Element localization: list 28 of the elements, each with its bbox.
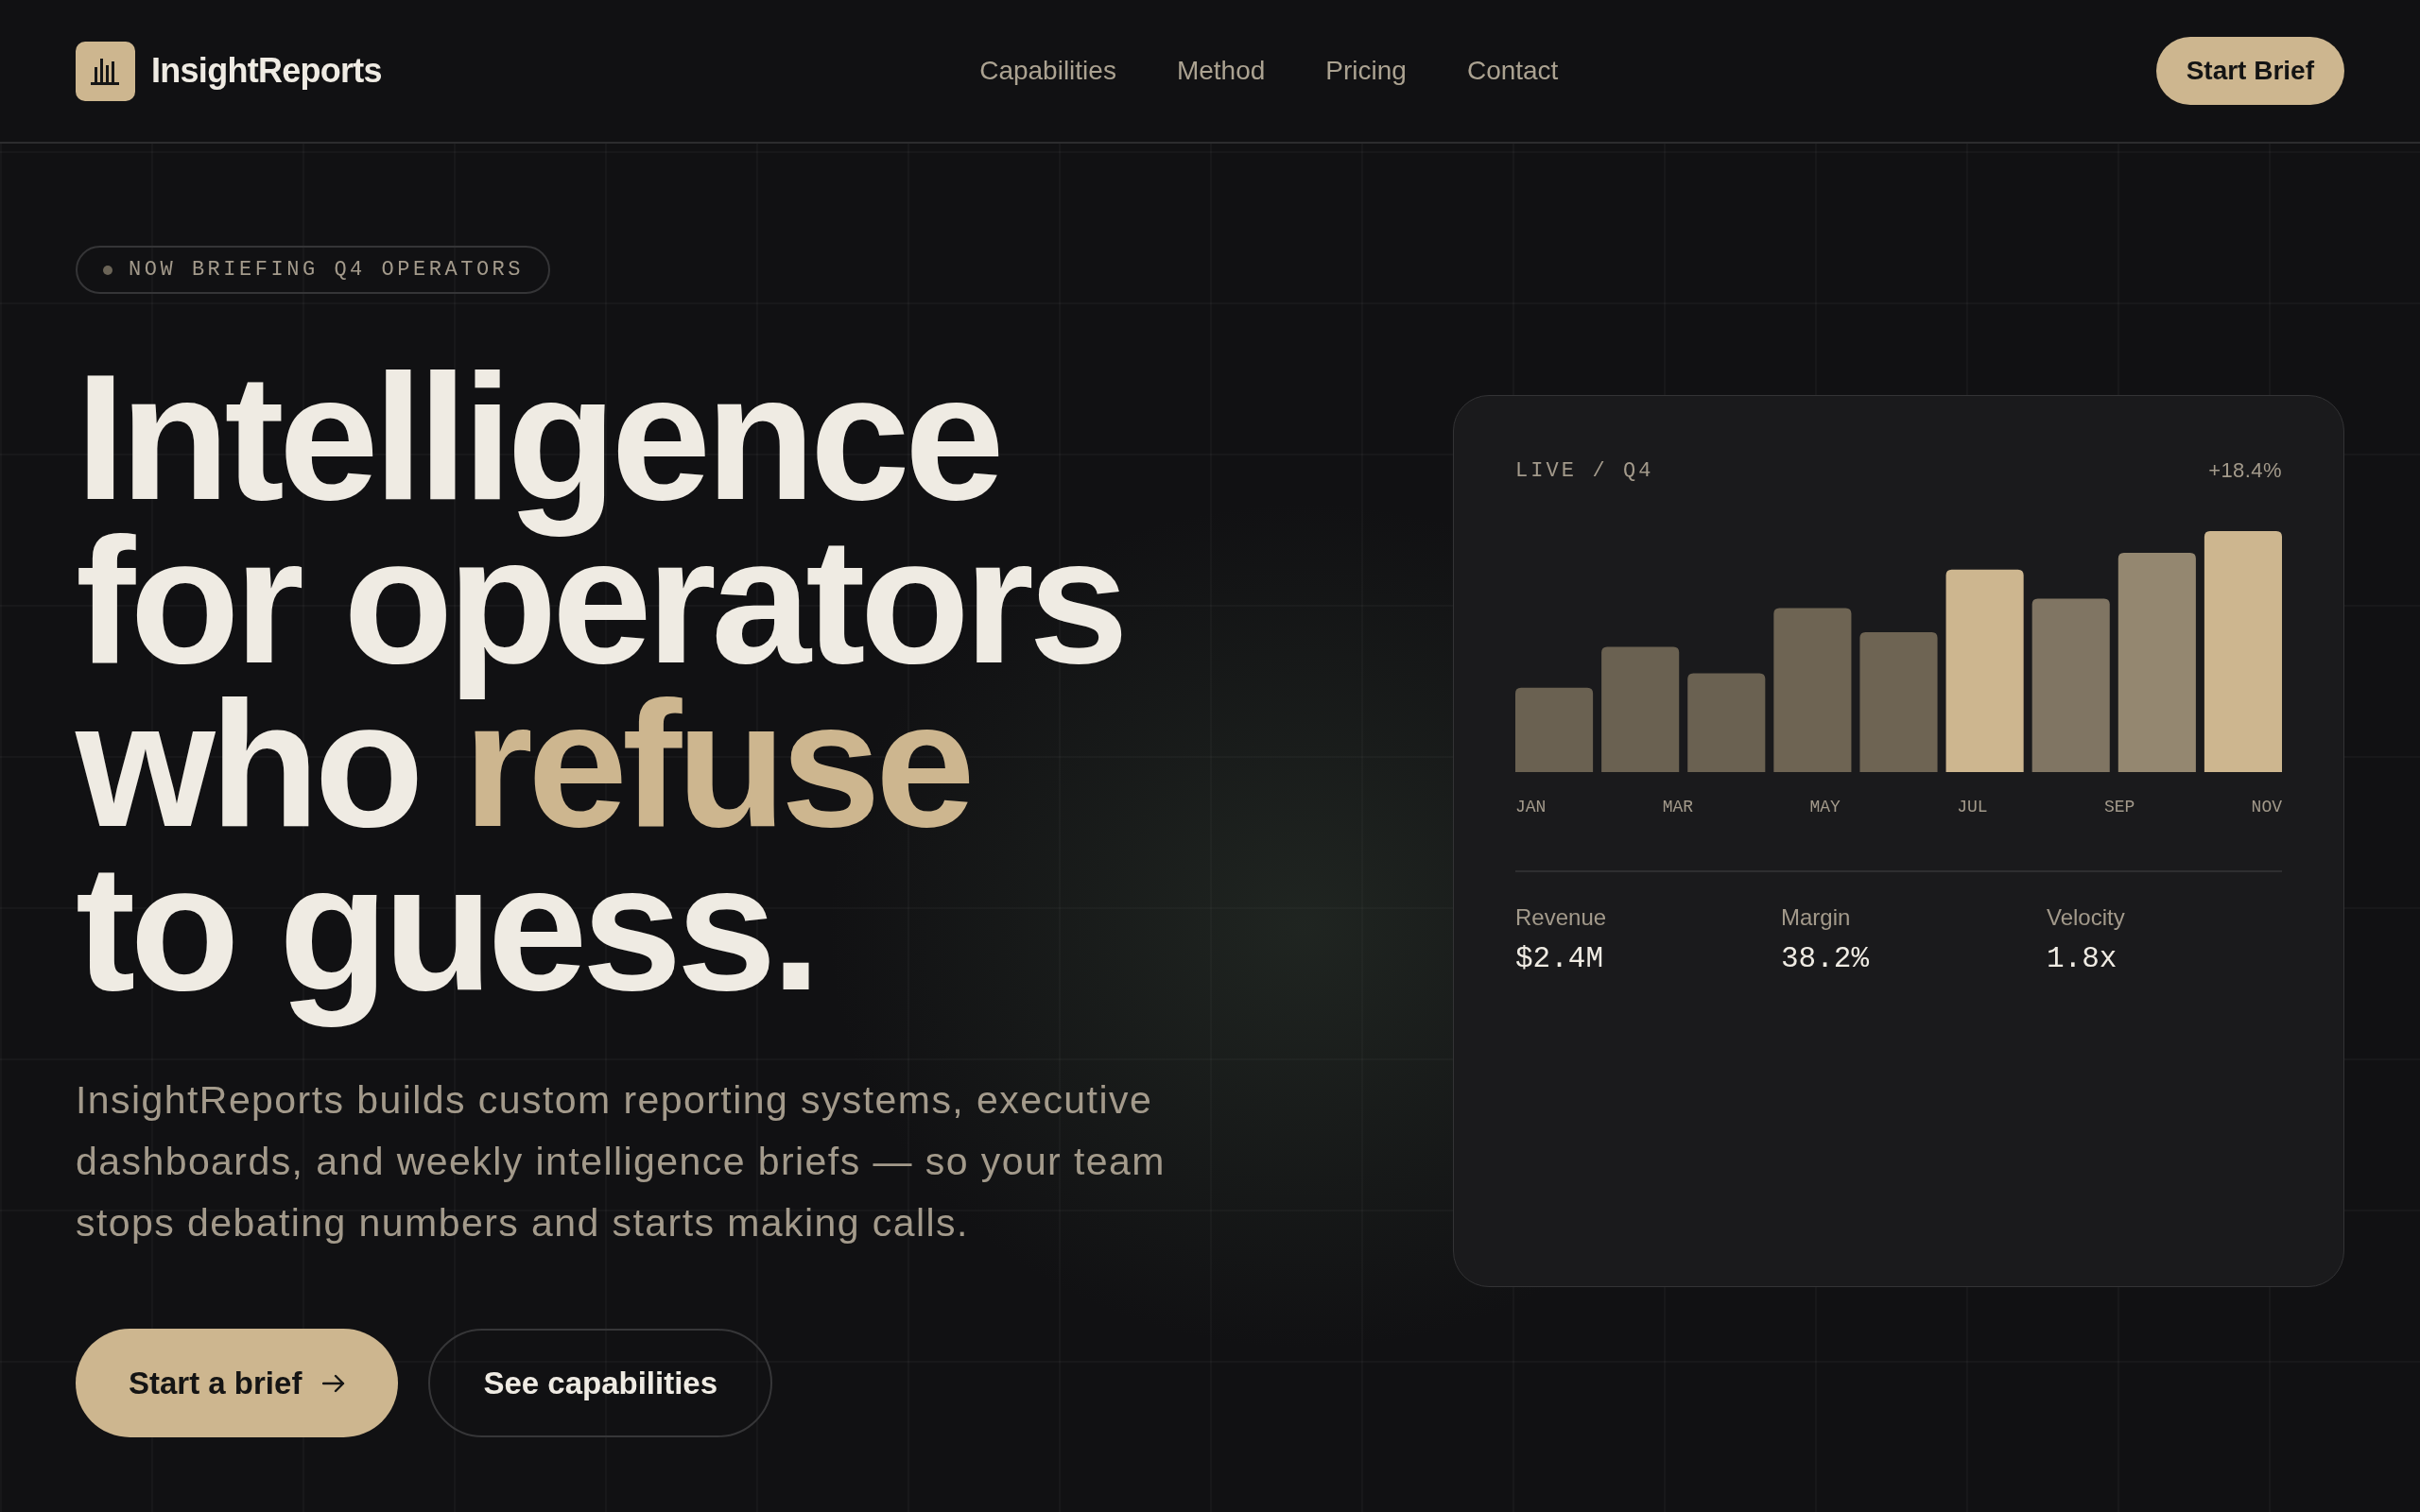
arrow-right-icon bbox=[322, 1373, 346, 1393]
hero-description: InsightReports builds custom reporting systems, executive dashboards, and weekly intelligence briefs — so your team stops debating numbers and starts making calls. bbox=[76, 1077, 1167, 1246]
see-capabilities-button[interactable]: See capabilities bbox=[428, 1329, 773, 1437]
nav-link[interactable]: Method bbox=[1176, 56, 1266, 86]
stat-value: $2.4M bbox=[1515, 942, 1603, 976]
month-label: JAN bbox=[1515, 797, 1547, 817]
start-brief-button[interactable]: Start Brief bbox=[2155, 37, 2344, 105]
start-brief-button[interactable]: Start a brief bbox=[76, 1329, 399, 1437]
stat-label: Revenue bbox=[1515, 904, 1607, 931]
month-label: JUL bbox=[1957, 797, 1988, 817]
nav-link[interactable]: Pricing bbox=[1325, 56, 1407, 86]
month-label: MAR bbox=[1662, 797, 1694, 817]
stat-value: 1.8x bbox=[2047, 942, 2118, 976]
nav-link[interactable]: Contact bbox=[1466, 56, 1559, 86]
status-dot-icon bbox=[103, 265, 112, 275]
panel-label: LIVE / Q4 bbox=[1515, 458, 1654, 483]
month-label: SEP bbox=[2103, 797, 2135, 817]
bar-chart-icon bbox=[76, 41, 135, 101]
hero-headline: Intelligence for operators who refuse to guess. bbox=[76, 341, 1125, 1029]
month-label: NOV bbox=[2251, 797, 2282, 817]
brand-name[interactable]: InsightReports bbox=[151, 51, 382, 91]
month-label: MAY bbox=[1809, 797, 1841, 817]
stat-label: Margin bbox=[1781, 904, 1851, 931]
stat-label: Velocity bbox=[2047, 904, 2125, 931]
nav-link[interactable]: Capabilities bbox=[979, 56, 1116, 86]
change-value: +18.4% bbox=[2208, 458, 2282, 483]
badge-text: NOW BRIEFING Q4 OPERATORS bbox=[129, 258, 525, 282]
stat-value: 38.2% bbox=[1781, 942, 1869, 976]
